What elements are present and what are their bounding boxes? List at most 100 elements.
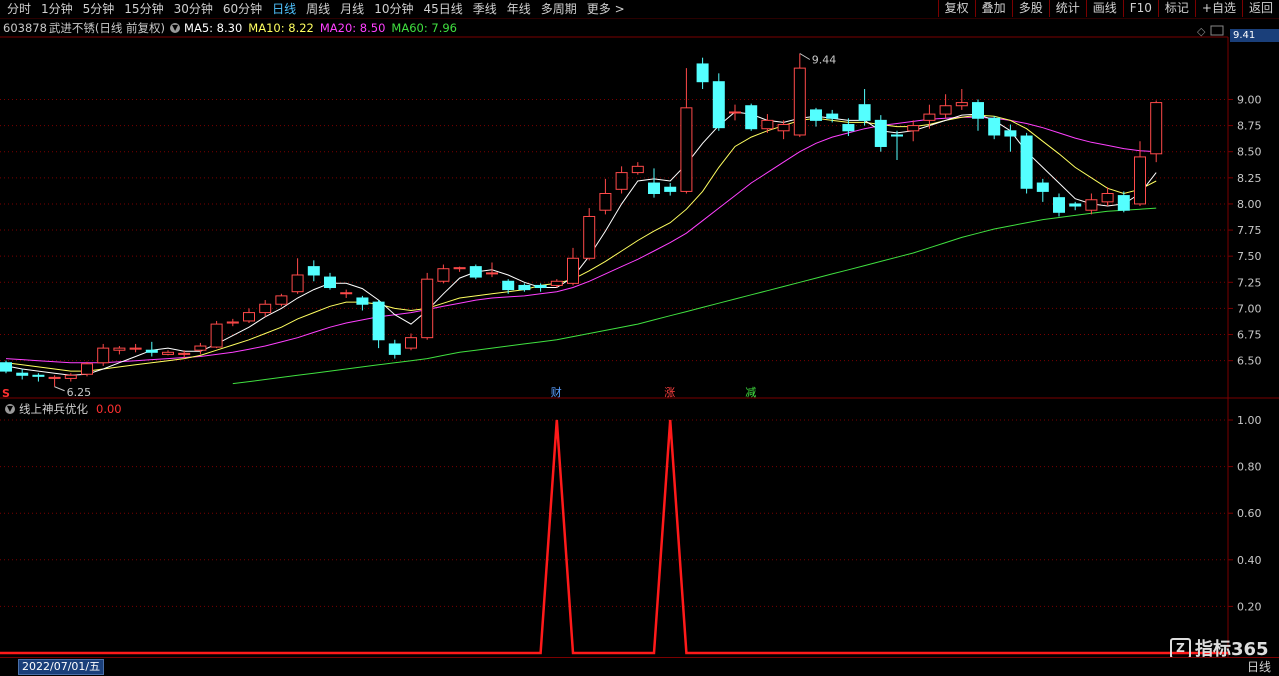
- bottom-period-label: 日线: [1246, 660, 1271, 674]
- candle-body-down: [810, 109, 822, 121]
- candle-body-down: [712, 81, 725, 129]
- event-marker: 减: [745, 386, 756, 399]
- candle-body-down: [826, 113, 839, 119]
- candle-body-up: [1134, 156, 1146, 205]
- candle-body-up: [210, 323, 223, 348]
- candle-body-up: [793, 67, 806, 136]
- candle-body-up: [178, 352, 191, 355]
- indicator-tick-label: 0.80: [1237, 461, 1262, 474]
- s-marker-icon: S: [2, 387, 10, 400]
- candle-body-down: [534, 284, 547, 289]
- candle-body-up: [923, 113, 936, 121]
- candle-body-up: [291, 274, 304, 293]
- candle-body-up: [97, 347, 110, 364]
- candle-body-down: [307, 266, 320, 276]
- candle-body-down: [518, 284, 531, 291]
- low-label: 6.25: [67, 386, 92, 399]
- price-tick-label: 7.50: [1237, 250, 1262, 263]
- candle-body-up: [275, 295, 288, 305]
- candle-body-up: [81, 363, 93, 375]
- candle-body-up: [1085, 199, 1098, 211]
- ma10-path: [5, 114, 1157, 372]
- candle-body-up: [1150, 102, 1163, 155]
- price-tick-label: 6.50: [1237, 355, 1262, 368]
- price-tick-label: 8.75: [1237, 120, 1262, 133]
- candle-body-up: [453, 267, 466, 270]
- ma20-line: [5, 116, 1157, 364]
- price-axis: 9.00 8.75 8.50 8.25 8.00 7.75 7.50 7.25 7.00 6.75…: [1228, 93, 1262, 368]
- candle-body-up: [631, 165, 644, 174]
- candle-body-down: [858, 104, 871, 121]
- candle-body-down: [874, 119, 887, 147]
- price-tick-label: 9.00: [1237, 93, 1262, 106]
- candlesticks: [0, 53, 1163, 387]
- price-tick-label: 8.25: [1237, 172, 1262, 185]
- candle-body-down: [145, 349, 158, 353]
- indicator-axis: 1.00 0.80 0.60 0.40 0.20: [1228, 414, 1262, 613]
- candle-body-down: [972, 102, 984, 119]
- candle-body-up: [194, 345, 207, 351]
- price-tick-label: 6.75: [1237, 329, 1262, 342]
- ma5-line: [5, 111, 1157, 376]
- candle-body-down: [1020, 135, 1033, 189]
- candle-body-down: [324, 276, 336, 289]
- high-label: 9.44: [812, 53, 837, 66]
- price-grid: [0, 98, 1228, 362]
- candle-body-down: [16, 372, 29, 376]
- candle-body-down: [842, 124, 855, 132]
- price-tick-label: 7.00: [1237, 302, 1262, 315]
- price-tick-label: 7.75: [1237, 224, 1262, 237]
- price-tick-label: 8.00: [1237, 198, 1262, 211]
- settings-icon[interactable]: [1210, 25, 1224, 36]
- candle-body-down: [388, 343, 401, 355]
- candle-body-down: [664, 186, 677, 192]
- indicator-title: ▼ 线上神兵优化 0.00: [0, 401, 122, 416]
- ma5-path: [5, 111, 1157, 376]
- candle-body-up: [939, 105, 952, 115]
- candle-body-up: [907, 125, 920, 132]
- bottom-axis-bar: [0, 657, 1279, 676]
- candle-body-down: [32, 374, 45, 377]
- indicator-path: [0, 419, 1228, 655]
- candle-body-up: [680, 107, 693, 192]
- indicator-name: 线上神兵优化: [19, 401, 88, 416]
- candle-body-up: [48, 376, 61, 379]
- candle-body-down: [1117, 195, 1130, 211]
- candle-body-up: [955, 102, 968, 107]
- candle-body-down: [0, 362, 12, 372]
- diamond-icon[interactable]: ◇: [1197, 25, 1206, 38]
- price-tick-label: 8.50: [1237, 146, 1262, 159]
- candle-body-up: [226, 321, 239, 324]
- candle-body-down: [988, 117, 1001, 136]
- candle-body-down: [502, 280, 515, 291]
- candle-body-up: [550, 280, 563, 286]
- date-crosshair-label: 2022/07/01/五: [18, 659, 105, 675]
- candle-body-up: [421, 278, 434, 339]
- chevron-down-icon[interactable]: ▼: [5, 403, 15, 414]
- candle-body-down: [745, 105, 758, 130]
- candle-body-up: [243, 312, 255, 322]
- kline-chart[interactable]: 9.44 6.25 财 涨 减 9.00 8.75 8.50 8.25 8.00 7.75 7.50…: [0, 0, 1279, 675]
- candle-body-up: [113, 347, 126, 351]
- candle-body-up: [729, 111, 741, 114]
- current-price-tag: 9.41: [1230, 29, 1279, 42]
- candle-body-up: [405, 337, 417, 349]
- indicator-tick-label: 0.20: [1237, 600, 1262, 613]
- candle-body-up: [777, 124, 790, 132]
- candle-body-up: [615, 172, 628, 190]
- candle-body-up: [599, 192, 612, 211]
- candle-body-up: [567, 257, 579, 284]
- candle-body-up: [1101, 192, 1114, 203]
- candle-body-down: [696, 63, 709, 83]
- high-pointer: [799, 53, 811, 60]
- ma60-path: [232, 207, 1157, 385]
- indicator-tick-label: 0.60: [1237, 507, 1262, 520]
- candle-body-down: [1053, 197, 1065, 213]
- candle-body-up: [64, 374, 77, 379]
- indicator-value: 0.00: [96, 401, 122, 416]
- candle-body-down: [1069, 203, 1082, 207]
- logo-icon: Z: [1170, 637, 1191, 659]
- candle-body-up: [583, 215, 596, 259]
- indicator-tick-label: 0.40: [1237, 554, 1262, 567]
- candle-body-up: [340, 292, 353, 295]
